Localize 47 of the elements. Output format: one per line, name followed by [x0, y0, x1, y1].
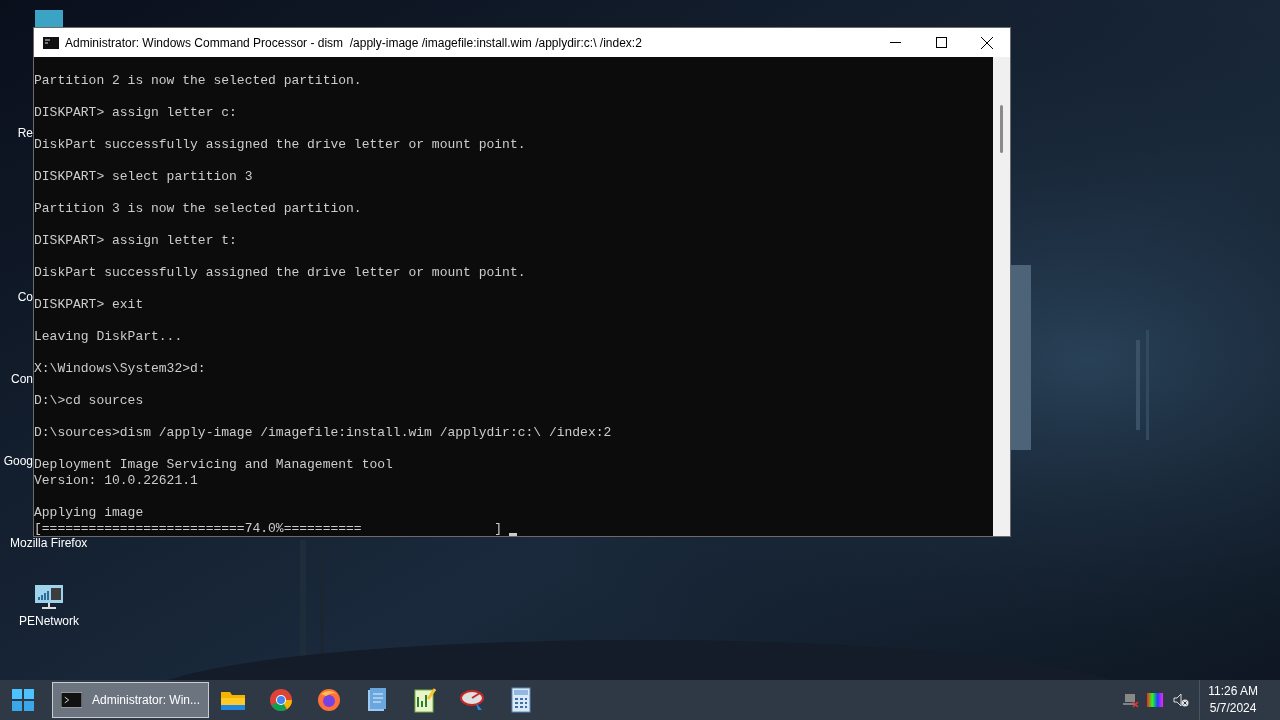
- console-line: D:\sources>dism /apply-image /imagefile:install.wim /applydir:c:\ /index:2: [34, 425, 612, 441]
- desktop-icon-label: Goog: [3, 453, 33, 470]
- clock[interactable]: 11:26 AM 5/7/2024: [1199, 680, 1266, 720]
- calculator-icon: [511, 687, 531, 713]
- console-line: Deployment Image Servicing and Management tool: [34, 457, 393, 473]
- folder-icon: [220, 689, 246, 711]
- terminal-icon: [61, 692, 82, 708]
- console-line: Partition 2 is now the selected partition.: [34, 73, 362, 89]
- desktop-icon-label: Co: [17, 289, 33, 306]
- console-line: DiskPart successfully assigned the drive letter or mount point.: [34, 137, 526, 153]
- console-line: [==========================74.0%========== ]: [34, 521, 503, 536]
- taskbar-app[interactable]: Administrator: Win...: [52, 682, 209, 718]
- windows-logo-icon: [12, 689, 34, 711]
- desktop-icon-label: Con: [11, 371, 33, 388]
- console-line: DISKPART> exit: [34, 297, 144, 313]
- color-display-icon[interactable]: [1147, 693, 1164, 707]
- chart-icon: [414, 687, 436, 713]
- console-line: X:\Windows\System32>d:: [34, 361, 206, 377]
- terminal-icon: [43, 36, 59, 49]
- console-line: Version: 10.0.22621.1: [34, 473, 198, 489]
- scrollbar[interactable]: [993, 57, 1010, 536]
- chrome-icon: [269, 688, 293, 712]
- clock-date: 5/7/2024: [1209, 700, 1257, 717]
- close-icon: [981, 36, 993, 49]
- speaker-muted-icon[interactable]: [1173, 693, 1190, 707]
- console-line: Leaving DiskPart...: [34, 329, 183, 345]
- clock-time: 11:26 AM: [1208, 683, 1258, 700]
- maximize-icon: [935, 37, 947, 48]
- console-line: DISKPART> assign letter t:: [34, 233, 237, 249]
- desktop-icon-label: Mozilla Firefox: [10, 535, 88, 552]
- minimize-icon: [889, 42, 901, 43]
- console-line: DiskPart successfully assigned the drive letter or mount point.: [34, 265, 526, 281]
- desktop-icon-label: PENetwork: [19, 613, 79, 630]
- desktop-icon-label: Re: [17, 125, 33, 142]
- text-cursor: [509, 533, 518, 536]
- console-line: D:\>cd sources: [34, 393, 144, 409]
- firefox-icon: [317, 688, 341, 712]
- console-line: DISKPART> select partition 3: [34, 169, 253, 185]
- disk-icon: [460, 689, 486, 711]
- network-monitor-icon[interactable]: [34, 584, 64, 610]
- console-line: Partition 3 is now the selected partition.: [34, 201, 362, 217]
- scrollbar-thumb[interactable]: [1000, 105, 1003, 153]
- network-disconnected-icon[interactable]: [1123, 692, 1140, 708]
- window-title: Administrator: Windows Command Processor - dism /apply-image /imagefile:install.wim /applydir:c:\ /index:2: [65, 34, 642, 52]
- console-line: Applying image: [34, 505, 144, 521]
- notepad-icon: [366, 687, 388, 713]
- console-line: DISKPART> assign letter c:: [34, 105, 237, 121]
